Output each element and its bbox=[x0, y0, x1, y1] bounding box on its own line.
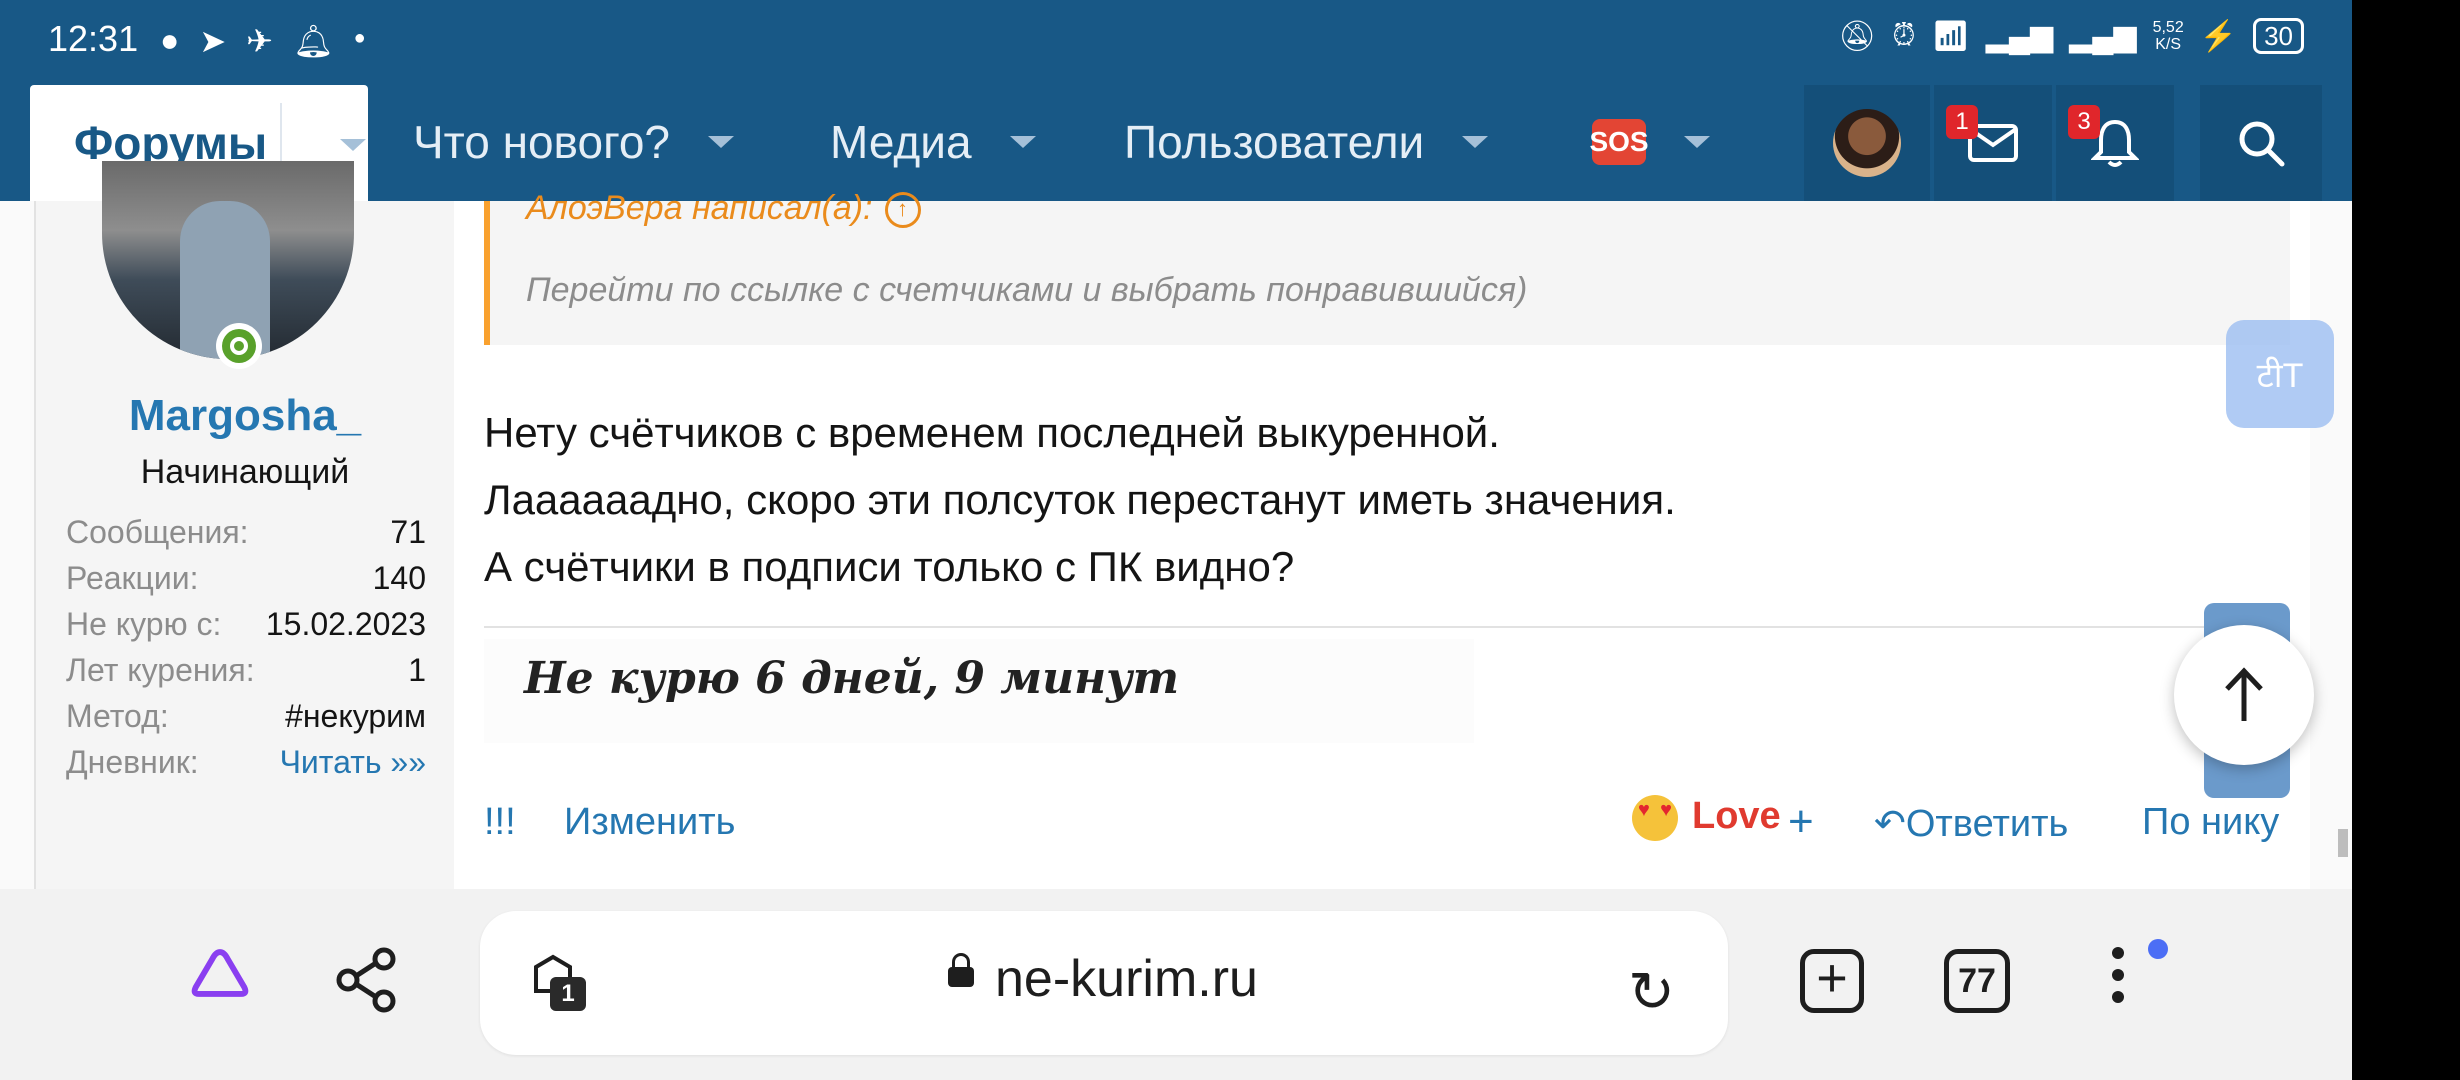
app-icon: ✈ bbox=[246, 23, 273, 59]
status-time: 12:31 bbox=[48, 18, 139, 59]
signature-divider bbox=[484, 626, 2284, 628]
quote-block: АлоэВера написал(а): ↑ Перейти по ссылке … bbox=[484, 189, 2290, 345]
signature-counter: Не курю 6 дней, 9 минут bbox=[484, 639, 1474, 743]
lock-icon bbox=[948, 953, 974, 987]
chevron-down-icon[interactable] bbox=[340, 139, 366, 151]
chevron-down-icon[interactable] bbox=[1684, 136, 1710, 148]
protect-badge: 1 bbox=[550, 977, 586, 1011]
thread-page: Margosha_ Начинающий Сообщения: 71 Реакц… bbox=[0, 161, 2352, 889]
post-user-panel: Margosha_ Начинающий Сообщения: 71 Реакц… bbox=[34, 161, 454, 889]
alice-assistant-icon[interactable] bbox=[190, 947, 250, 999]
stat-row: Не курю с: 15.02.2023 bbox=[66, 606, 426, 642]
heart-eyes-icon bbox=[1632, 795, 1678, 841]
stat-row: Дневник: Читать »» bbox=[66, 739, 426, 785]
chevron-down-icon[interactable] bbox=[708, 136, 734, 148]
address-bar[interactable]: 1 ne-kurim.ru ↻ bbox=[480, 911, 1728, 1055]
dot-icon: ● bbox=[353, 27, 366, 49]
sos-icon: SOS bbox=[1589, 119, 1649, 165]
report-button[interactable]: !!! bbox=[484, 801, 516, 844]
alerts-button[interactable]: 3 bbox=[2056, 85, 2174, 201]
stat-row: Реакции: 140 bbox=[66, 560, 426, 596]
post-body: АлоэВера написал(а): ↑ Перейти по ссылке … bbox=[454, 189, 2310, 889]
diary-link[interactable]: Читать »» bbox=[280, 739, 426, 785]
translate-icon[interactable]: टीT bbox=[2226, 320, 2334, 428]
nav-tab-media[interactable]: Медиа bbox=[830, 83, 1036, 201]
scrollbar[interactable] bbox=[2338, 829, 2348, 857]
scroll-to-top-button[interactable] bbox=[2174, 625, 2314, 765]
stat-row: Лет курения: 1 bbox=[66, 652, 426, 688]
account-button[interactable] bbox=[1804, 85, 1930, 201]
avatar bbox=[1833, 109, 1901, 177]
stat-row: Сообщения: 71 bbox=[66, 514, 426, 550]
user-title: Начинающий bbox=[140, 453, 350, 491]
menu-icon[interactable] bbox=[2112, 947, 2126, 1013]
bell-notification-icon: 🔔︎ bbox=[292, 23, 334, 59]
stat-row: Метод: #некурим bbox=[66, 698, 426, 734]
mute-icon: 🔕︎ bbox=[1838, 19, 1877, 53]
nav-tab-users[interactable]: Пользователи bbox=[1124, 83, 1489, 201]
new-tab-button[interactable]: + bbox=[1800, 949, 1864, 1013]
share-icon[interactable] bbox=[334, 947, 400, 1013]
post-username[interactable]: Margosha_ bbox=[36, 391, 454, 441]
signature-text: Не курю 6 дней, 9 минут bbox=[524, 653, 1180, 704]
nav-tab-sos[interactable]: SOS bbox=[1589, 83, 1710, 201]
arrow-up-icon bbox=[2225, 667, 2263, 721]
menu-notification-dot bbox=[2148, 939, 2168, 959]
alarm-icon: ⏰︎ bbox=[1892, 19, 1916, 52]
inbox-button[interactable]: 1 bbox=[1934, 85, 2052, 201]
inbox-badge: 1 bbox=[1946, 105, 1978, 139]
charging-icon: ⚡ bbox=[2199, 19, 2238, 53]
reply-button[interactable]: ↶Ответить bbox=[1874, 801, 2068, 846]
signal-icon-2: ▂▄▆ bbox=[2069, 19, 2137, 53]
quote-author[interactable]: АлоэВера написал(а): ↑ bbox=[526, 189, 921, 229]
chevron-down-icon[interactable] bbox=[1462, 136, 1489, 148]
edit-button[interactable]: Изменить bbox=[564, 801, 735, 844]
tabs-button[interactable]: 77 bbox=[1944, 949, 2010, 1013]
online-status-icon bbox=[216, 323, 262, 369]
alerts-badge: 3 bbox=[2068, 105, 2100, 139]
net-speed: 5,52 K/S bbox=[2152, 19, 2184, 53]
battery-icon: 30 bbox=[2253, 18, 2304, 54]
post-message: Нету счётчиков с временем последней выку… bbox=[484, 409, 1676, 590]
chevron-down-icon[interactable] bbox=[1009, 136, 1036, 148]
arrow-up-circle-icon[interactable]: ↑ bbox=[884, 192, 921, 229]
wifi-icon: 📶︎ bbox=[1931, 19, 1970, 53]
search-icon bbox=[2239, 121, 2285, 167]
love-reaction-button[interactable]: Love bbox=[1632, 795, 1781, 841]
user-stats: Сообщения: 71 Реакции: 140 Не курю с: 15… bbox=[66, 509, 426, 785]
browser-toolbar: 1 ne-kurim.ru ↻ + 77 bbox=[0, 889, 2352, 1080]
telegram-icon: ➤ bbox=[199, 23, 227, 59]
reload-icon[interactable]: ↻ bbox=[1628, 959, 1675, 1025]
add-reaction-button[interactable]: + bbox=[1788, 797, 1814, 847]
signal-icon: ▂▄▆ bbox=[1985, 19, 2054, 53]
quote-text: Перейти по ссылке с счетчиками и выбрать… bbox=[526, 271, 1528, 309]
chat-icon: ● bbox=[160, 22, 180, 58]
nav-tab-whats-new[interactable]: Что нового? bbox=[413, 83, 734, 201]
reply-icon: ↶ bbox=[1874, 803, 1906, 845]
mention-button[interactable]: По нику bbox=[2142, 801, 2279, 844]
url-text[interactable]: ne-kurim.ru bbox=[995, 949, 1258, 1009]
post-actions: !!! Изменить Love + ↶Ответить По нику bbox=[484, 795, 2284, 861]
status-bar: 12:31 ● ➤ ✈ 🔔︎ ● 🔕︎ ⏰︎ 📶︎ ▂▄▆ ▂▄▆ 5,52 K… bbox=[0, 0, 2352, 83]
search-button[interactable] bbox=[2200, 85, 2322, 201]
